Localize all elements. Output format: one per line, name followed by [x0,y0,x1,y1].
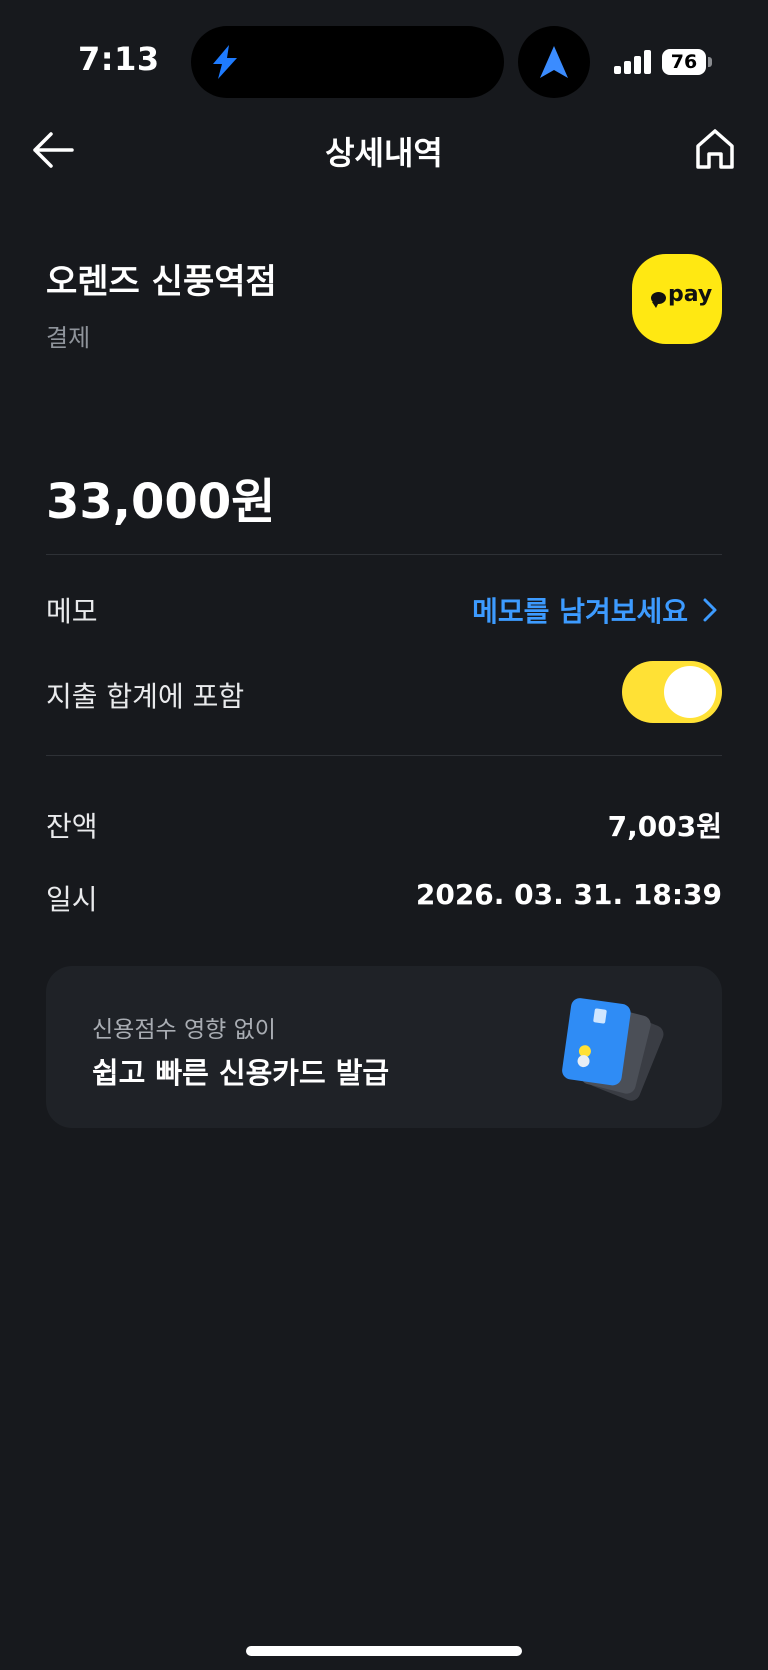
memo-label: 메모 [46,595,98,628]
transaction-amount: 33,000원 [46,474,276,530]
cellular-signal-icon [614,50,654,74]
balance-label: 잔액 [46,810,98,843]
app-logo-icon [213,45,237,79]
datetime-value: 2026. 03. 31. 18:39 [415,878,722,911]
include-total-toggle[interactable] [622,661,722,723]
speech-bubble-icon [651,292,666,308]
navigation-arrow-icon [540,46,568,78]
divider [46,755,722,756]
transaction-type: 결제 [46,324,91,352]
battery-tip [708,57,712,67]
location-indicator [518,26,590,98]
memo-link[interactable]: 메모를 남겨보세요 [472,590,718,630]
home-button[interactable] [693,126,737,172]
credit-cards-icon [562,998,664,1101]
pay-badge-text: pay [668,282,713,307]
balance-value: 7,003원 [607,810,722,843]
chevron-right-icon [703,598,717,622]
page-title: 상세내역 [325,134,443,172]
datetime-label: 일시 [46,883,98,916]
include-total-label: 지출 합계에 포함 [46,680,245,713]
memo-link-text: 메모를 남겨보세요 [472,595,688,628]
battery-icon: 76 [662,49,706,75]
promo-subtitle: 신용점수 영향 없이 [92,1017,276,1043]
credit-card-promo-banner[interactable]: 신용점수 영향 없이 쉽고 빠른 신용카드 발급 [46,966,722,1128]
home-indicator[interactable] [246,1646,522,1656]
promo-title: 쉽고 빠른 신용카드 발급 [92,1056,390,1090]
toggle-knob [664,666,716,718]
kakaopay-logo: pay [632,254,722,344]
dynamic-island [191,26,504,98]
status-time: 7:13 [78,40,160,78]
merchant-name: 오렌즈 신풍역점 [46,262,277,302]
divider [46,554,722,555]
